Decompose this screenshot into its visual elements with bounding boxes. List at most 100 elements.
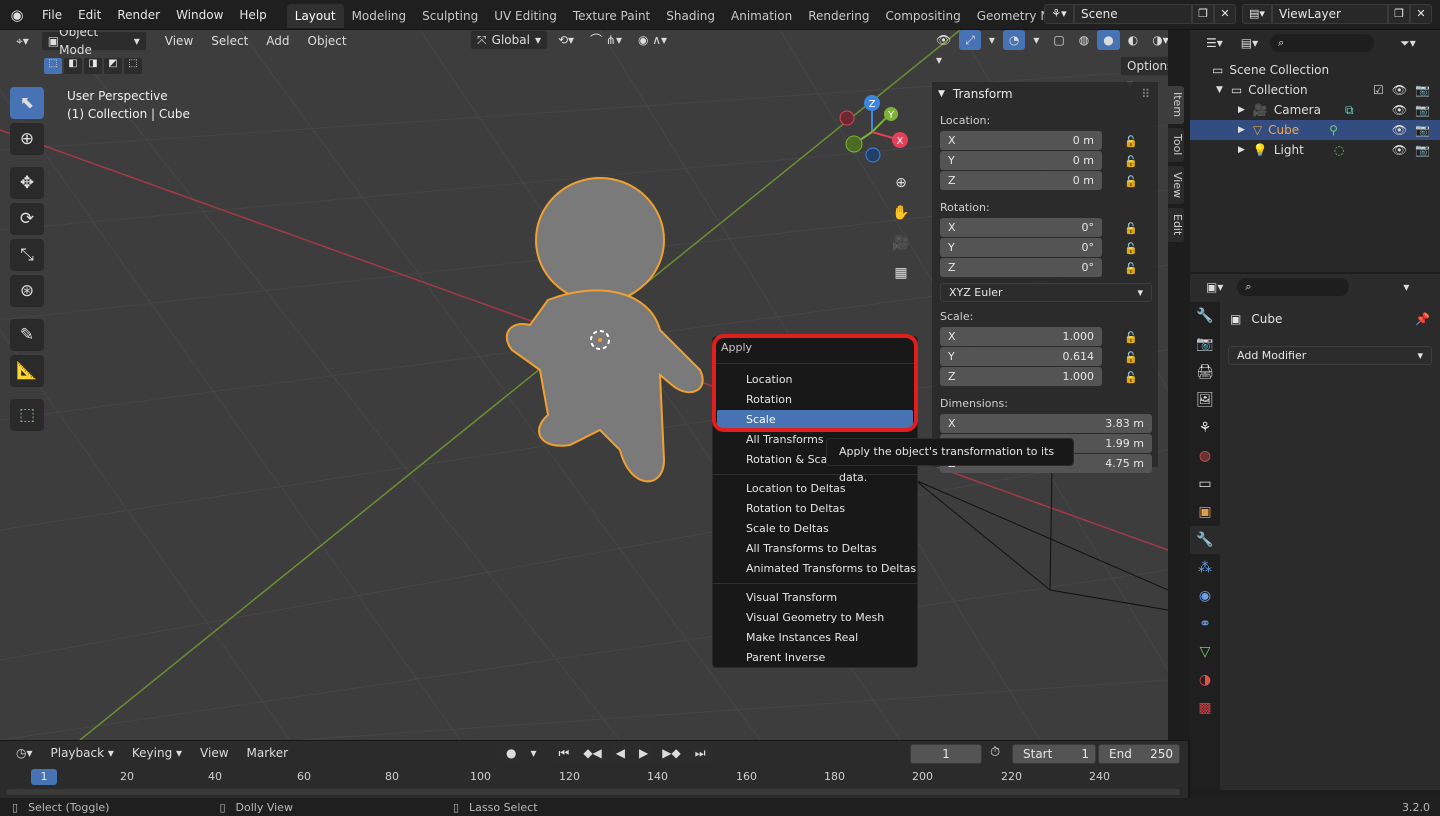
apply-scale[interactable]: Scale	[717, 410, 913, 430]
location-x-field[interactable]: X0 m	[940, 131, 1102, 150]
options-dropdown[interactable]: Options ▾	[1120, 56, 1168, 91]
camera-view-icon[interactable]: 🎥	[889, 231, 913, 255]
apply-location[interactable]: Location	[713, 370, 917, 390]
camera-render-icon[interactable]: 📷	[1415, 143, 1430, 157]
jump-end-icon[interactable]: ⏭	[688, 743, 712, 763]
blender-logo-icon[interactable]: ◉	[0, 0, 34, 30]
gizmo-dropdown-icon[interactable]: ▾	[983, 30, 1001, 50]
apply-scale-to-deltas[interactable]: Scale to Deltas	[713, 519, 917, 539]
tab-layout[interactable]: Layout	[286, 4, 344, 28]
overlays-icon[interactable]: ◔	[1002, 30, 1026, 50]
menu-object[interactable]: Object	[302, 31, 353, 51]
rotation-mode-dropdown[interactable]: XYZ Euler ▾	[940, 283, 1152, 302]
start-frame-field[interactable]: Start 1	[1012, 744, 1096, 764]
scale-y-field[interactable]: Y 0.614	[940, 347, 1102, 366]
jump-keyframe-prev-icon[interactable]: ◆◀	[577, 743, 608, 763]
menu-view[interactable]: View	[159, 31, 199, 51]
select-box-tool[interactable]: ⬉	[10, 87, 44, 119]
menu-marker[interactable]: Marker	[241, 743, 294, 763]
drag-handle-icon[interactable]: ⠿	[1141, 87, 1150, 101]
tab-view[interactable]: View	[1168, 166, 1184, 204]
solid-shading-icon[interactable]: ●	[1097, 30, 1120, 50]
outliner-item-light[interactable]: ▶ 💡 Light ◌ 👁 📷	[1190, 140, 1440, 160]
wireframe-shading-icon[interactable]: ◍	[1073, 30, 1095, 50]
apply-rotation[interactable]: Rotation	[713, 390, 917, 410]
location-y-field[interactable]: Y0 m	[940, 151, 1102, 170]
view-layer-name-field[interactable]: ViewLayer	[1272, 4, 1388, 24]
physics-tab-icon[interactable]: ◉	[1190, 582, 1220, 610]
proportional-edit-icon[interactable]: ◉ ∧▾	[632, 30, 673, 50]
zoom-icon[interactable]: ⊕	[889, 171, 913, 195]
measure-tool[interactable]: 📐	[10, 355, 44, 387]
world-tab-icon[interactable]: ◍	[1190, 442, 1220, 470]
record-icon[interactable]: ●	[500, 743, 523, 763]
tab-item[interactable]: Item	[1168, 86, 1184, 124]
chevron-down-icon[interactable]: ▾	[1397, 277, 1415, 297]
material-shading-icon[interactable]: ◐	[1122, 30, 1144, 50]
menu-render[interactable]: Render	[109, 0, 168, 30]
apply-make-instances-real[interactable]: Make Instances Real	[713, 628, 917, 648]
timeline-editor-type-icon[interactable]: ◷▾	[10, 743, 39, 763]
pin-icon[interactable]: 📌	[1415, 312, 1430, 326]
menu-edit[interactable]: Edit	[70, 0, 109, 30]
outliner-collection[interactable]: ▼ ▭ Collection ☑ 👁 📷	[1190, 80, 1440, 100]
add-cube-tool[interactable]: ⬚	[10, 399, 44, 431]
scene-tab-icon[interactable]: ⚘	[1190, 414, 1220, 442]
play-icon[interactable]: ▶	[633, 743, 655, 763]
lock-icon[interactable]: 🔓	[1124, 135, 1138, 148]
apply-all-transforms-to-deltas[interactable]: All Transforms to Deltas	[713, 539, 917, 559]
current-frame-field[interactable]: 1	[910, 744, 982, 764]
lock-icon[interactable]: 🔓	[1124, 242, 1138, 255]
jump-start-icon[interactable]: ⏮	[552, 743, 576, 763]
render-tab-icon[interactable]: 📷	[1190, 330, 1220, 358]
select-subtract-icon[interactable]: ◨	[84, 58, 102, 74]
play-reverse-icon[interactable]: ◀	[609, 743, 632, 763]
scale-x-field[interactable]: X 1.000	[940, 327, 1102, 346]
scene-selector[interactable]: ⚘▾ Scene ❐ ✕	[1044, 4, 1236, 24]
gizmo-toggle-icon[interactable]: ⤢	[959, 30, 981, 50]
properties-search-input[interactable]: ⌕	[1237, 278, 1350, 296]
rotation-z-field[interactable]: Z 0°	[940, 258, 1102, 277]
end-frame-field[interactable]: End 250	[1098, 744, 1180, 764]
select-invert-icon[interactable]: ◩	[104, 58, 122, 74]
menu-help[interactable]: Help	[231, 0, 274, 30]
dimension-x-field[interactable]: X 3.83 m	[940, 414, 1152, 433]
menu-keying[interactable]: Keying ▾	[126, 743, 188, 763]
add-modifier-dropdown[interactable]: Add Modifier ▾	[1228, 346, 1432, 365]
select-new-icon[interactable]: ⬚	[44, 58, 62, 74]
view-layer-selector[interactable]: ▤▾ ViewLayer ❐ ✕	[1242, 4, 1432, 24]
editor-type-icon[interactable]: ⌖▾	[10, 31, 35, 51]
collection-tab-icon[interactable]: ▭	[1190, 470, 1220, 498]
rotation-x-field[interactable]: X 0°	[940, 218, 1102, 237]
constraints-tab-icon[interactable]: ⚭	[1190, 610, 1220, 638]
lock-icon[interactable]: 🔓	[1124, 155, 1138, 168]
outliner-item-cube[interactable]: ▶ ▽ Cube ⚲ 👁 📷	[1190, 120, 1440, 140]
particles-tab-icon[interactable]: ⁂	[1190, 554, 1220, 582]
outliner-item-camera[interactable]: ▶ 🎥 Camera ⧉ 👁 📷	[1190, 100, 1440, 120]
record-options-icon[interactable]: ▾	[524, 743, 542, 763]
move-tool[interactable]: ✥	[10, 167, 44, 199]
hand-pan-icon[interactable]: ✋	[889, 201, 913, 225]
menu-add[interactable]: Add	[260, 31, 295, 51]
annotate-tool[interactable]: ✎	[10, 319, 44, 351]
apply-rotation-to-deltas[interactable]: Rotation to Deltas	[713, 499, 917, 519]
delete-view-layer-icon[interactable]: ✕	[1410, 4, 1432, 24]
tab-modeling[interactable]: Modeling	[344, 4, 415, 28]
camera-render-icon[interactable]: 📷	[1415, 103, 1430, 117]
rendered-shading-icon[interactable]: ◑▾	[1146, 30, 1168, 50]
apply-parent-inverse[interactable]: Parent Inverse	[713, 648, 917, 668]
jump-keyframe-next-icon[interactable]: ▶◆	[656, 743, 687, 763]
transform-panel-header[interactable]: ▼ Transform ⠿	[932, 82, 1158, 106]
apply-visual-transform[interactable]: Visual Transform	[713, 588, 917, 608]
cursor-tool[interactable]: ⊕	[10, 123, 44, 155]
material-tab-icon[interactable]: ◑	[1190, 666, 1220, 694]
stopwatch-icon[interactable]: ⏱	[990, 745, 1000, 760]
tab-rendering[interactable]: Rendering	[800, 4, 877, 28]
outliner-editor-type-icon[interactable]: ☰▾	[1200, 33, 1229, 53]
select-intersect-icon[interactable]: ⬚	[124, 58, 142, 74]
eye-icon[interactable]: 👁	[1392, 103, 1407, 117]
rotate-tool[interactable]: ⟳	[10, 203, 44, 235]
new-view-layer-icon[interactable]: ❐	[1388, 4, 1410, 24]
playhead[interactable]: 1	[31, 769, 57, 785]
scene-name-field[interactable]: Scene	[1074, 4, 1192, 24]
